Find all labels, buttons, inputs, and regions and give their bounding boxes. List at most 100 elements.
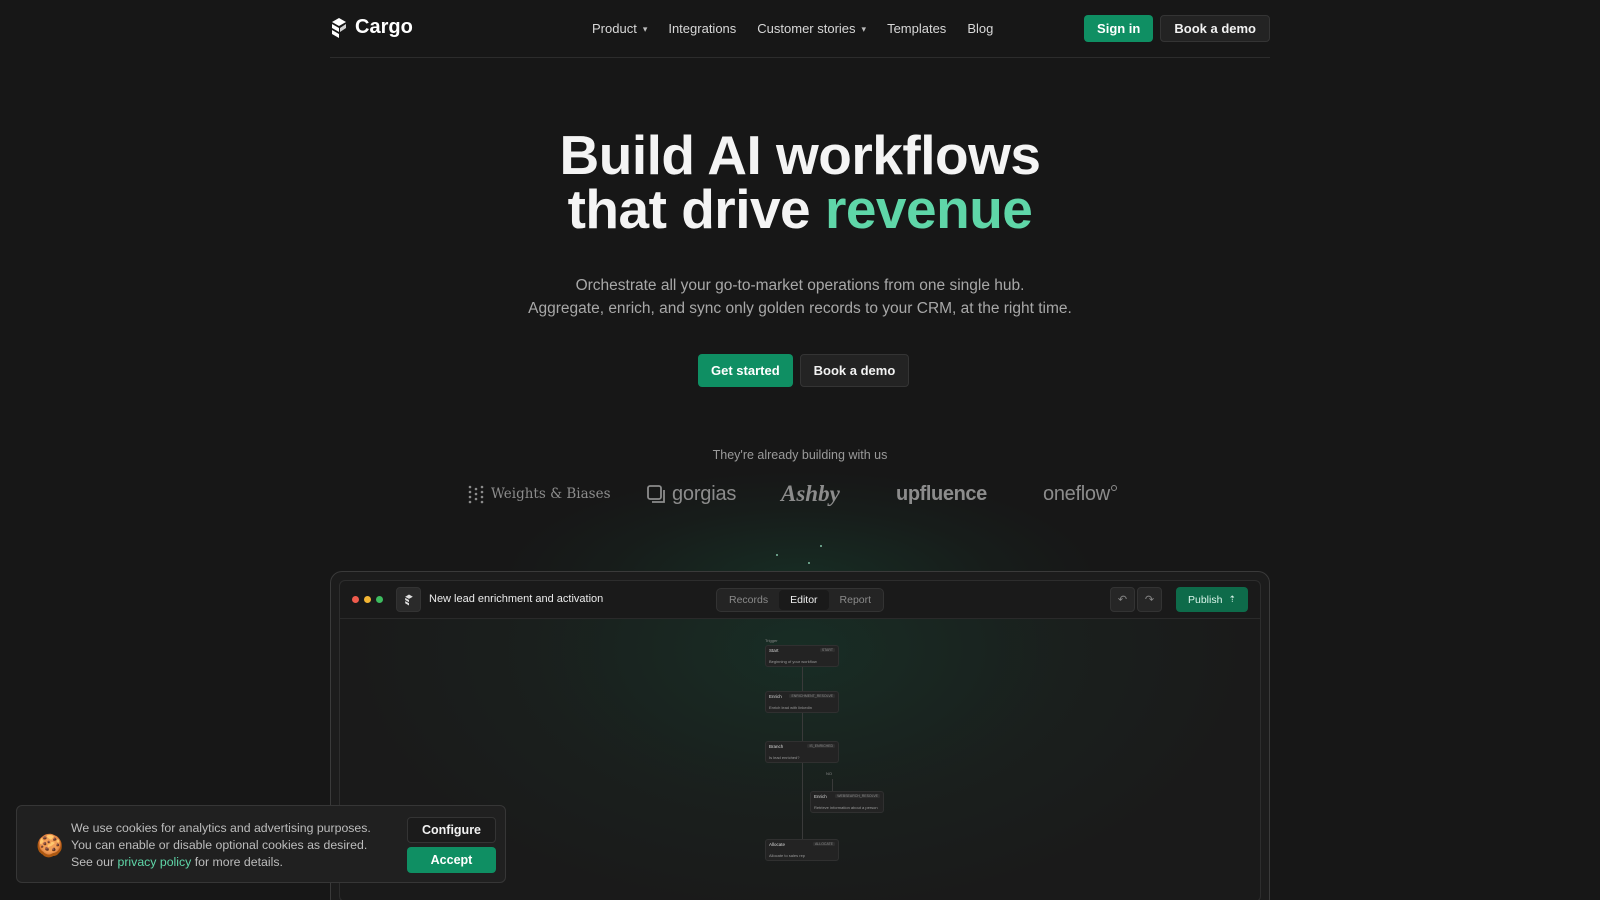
node-tag: ALLOCATE	[812, 842, 835, 846]
tab-records[interactable]: Records	[718, 590, 779, 610]
tab-report[interactable]: Report	[829, 590, 883, 610]
cookie-message: We use cookies for analytics and adverti…	[71, 820, 401, 871]
nav-blog[interactable]: Blog	[967, 21, 993, 36]
logo-gorgias: gorgias	[646, 478, 736, 510]
node-tag: START	[819, 648, 835, 652]
logo-ashby: Ashby	[781, 478, 840, 510]
workflow-icon[interactable]	[396, 587, 421, 612]
window-close-dot	[352, 596, 359, 603]
sparkle	[808, 562, 810, 564]
trigger-label: Trigger	[765, 638, 778, 643]
gorgias-mark-icon	[647, 485, 665, 503]
privacy-policy-link[interactable]: privacy policy	[118, 855, 192, 869]
node-description: Is lead enriched?	[769, 755, 800, 760]
cookie-icon: 🍪	[36, 833, 64, 858]
cookie-actions: Configure Accept	[407, 817, 496, 873]
cargo-logo-icon	[332, 17, 346, 38]
hero-title-accent: revenue	[824, 178, 1033, 240]
node-title: Enrich	[769, 694, 782, 699]
configure-cookies-button[interactable]: Configure	[407, 817, 496, 843]
weights-biases-mark-icon	[468, 485, 484, 504]
publish-button[interactable]: Publish ⇡	[1176, 587, 1248, 612]
node-tag: IS_ENRICHED	[807, 744, 835, 748]
hero-title-line2: that drive	[567, 178, 825, 240]
logo-ashby-text: Ashby	[781, 481, 840, 506]
branch-no-label: NO	[826, 771, 832, 776]
view-tabs: Records Editor Report	[716, 588, 885, 612]
brand-name: Cargo	[355, 16, 413, 38]
trust-heading: They're already building with us	[712, 448, 888, 462]
logo-upfluence: upfluence	[896, 478, 987, 510]
hero-subtitle-line2: Aggregate, enrich, and sync only golden …	[528, 300, 1072, 317]
node-start[interactable]: Start START Beginning of your workflow	[765, 645, 839, 667]
chevron-down-icon: ▾	[642, 24, 648, 34]
sparkle	[820, 545, 822, 547]
nav-product[interactable]: Product ▾	[592, 21, 647, 36]
customer-logos: Weights & Biases gorgias Ashby upfluence…	[0, 478, 1600, 510]
node-description: Retrieve information about a person	[814, 805, 878, 810]
nav-blog-label: Blog	[967, 21, 994, 36]
accept-cookies-button[interactable]: Accept	[407, 847, 496, 873]
nav-integrations[interactable]: Integrations	[668, 21, 736, 36]
hero-cta-group: Get started Book a demo	[698, 354, 910, 387]
logo-upfluence-text: upfluence	[896, 482, 987, 505]
window-controls	[352, 596, 383, 603]
nav-actions: Sign in Book a demo	[1084, 15, 1270, 42]
nav-customer-stories[interactable]: Customer stories ▾	[757, 21, 866, 36]
oneflow-sparkle-icon	[1110, 485, 1117, 491]
rocket-icon: ⇡	[1228, 594, 1236, 604]
nav-book-demo-button[interactable]: Book a demo	[1160, 15, 1270, 42]
hero-title: Build AI workflows that drive revenue	[0, 128, 1600, 237]
hero-book-demo-button[interactable]: Book a demo	[799, 354, 910, 387]
top-navigation: Cargo Product ▾ Integrations Customer st…	[330, 0, 1270, 58]
history-controls: ↶ ↷	[1110, 587, 1162, 612]
node-title: Allocate	[769, 842, 786, 847]
nav-product-label: Product	[592, 21, 637, 36]
logo-oneflow-text: oneflow	[1043, 482, 1110, 505]
undo-icon[interactable]: ↶	[1110, 587, 1135, 612]
sparkle	[776, 554, 778, 556]
nav-templates-label: Templates	[887, 21, 947, 36]
sign-in-button[interactable]: Sign in	[1084, 15, 1154, 42]
logo-weights-biases-text: Weights & Biases	[491, 486, 611, 502]
logo-weights-biases: Weights & Biases	[467, 478, 611, 510]
tab-editor[interactable]: Editor	[779, 590, 829, 610]
cookie-banner: 🍪 We use cookies for analytics and adver…	[16, 805, 506, 883]
workflow-title: New lead enrichment and activation	[429, 593, 604, 605]
workflow-edge	[802, 667, 803, 691]
node-description: Enrich lead with linkedin	[769, 705, 812, 710]
node-branch[interactable]: Branch IS_ENRICHED Is lead enriched?	[765, 741, 839, 763]
node-enrich-websearch[interactable]: Enrich WEBSEARCH_RESOLVE Retrieve inform…	[810, 791, 884, 813]
cargo-logo[interactable]: Cargo	[330, 16, 413, 39]
node-enrich-linkedin[interactable]: Enrich ENRICHMENT_RESOLVE Enrich lead wi…	[765, 691, 839, 713]
node-description: Allocate to sales rep	[769, 853, 806, 858]
chevron-down-icon: ▾	[861, 24, 867, 34]
window-maximize-dot	[376, 596, 383, 603]
hero-subtitle: Orchestrate all your go-to-market operat…	[0, 274, 1600, 320]
logo-gorgias-text: gorgias	[672, 482, 737, 505]
window-minimize-dot	[364, 596, 371, 603]
cargo-small-icon	[404, 594, 413, 605]
hero-subtitle-line1: Orchestrate all your go-to-market operat…	[575, 277, 1025, 294]
redo-icon[interactable]: ↷	[1137, 587, 1162, 612]
node-allocate[interactable]: Allocate ALLOCATE Allocate to sales rep	[765, 839, 839, 861]
nav-templates[interactable]: Templates	[887, 21, 946, 36]
node-tag: WEBSEARCH_RESOLVE	[835, 794, 880, 798]
nav-customer-stories-label: Customer stories	[757, 21, 856, 36]
node-title: Enrich	[814, 794, 827, 799]
get-started-button[interactable]: Get started	[698, 354, 793, 387]
node-description: Beginning of your workflow	[769, 659, 817, 664]
cookie-text-line2: You can enable or disable optional cooki…	[71, 838, 368, 852]
app-toolbar: New lead enrichment and activation Recor…	[340, 581, 1260, 619]
workflow-edge	[802, 713, 803, 741]
cookie-text-line1: We use cookies for analytics and adverti…	[71, 821, 371, 835]
logo-oneflow: oneflow	[1043, 478, 1118, 510]
cookie-text-prefix: See our	[71, 855, 118, 869]
workflow-edge	[802, 763, 803, 839]
cookie-text-suffix: for more details.	[191, 855, 283, 869]
node-title: Branch	[769, 744, 784, 749]
publish-label: Publish	[1188, 593, 1223, 606]
node-tag: ENRICHMENT_RESOLVE	[789, 694, 835, 698]
node-title: Start	[769, 648, 779, 653]
nav-links: Product ▾ Integrations Customer stories …	[592, 0, 993, 57]
